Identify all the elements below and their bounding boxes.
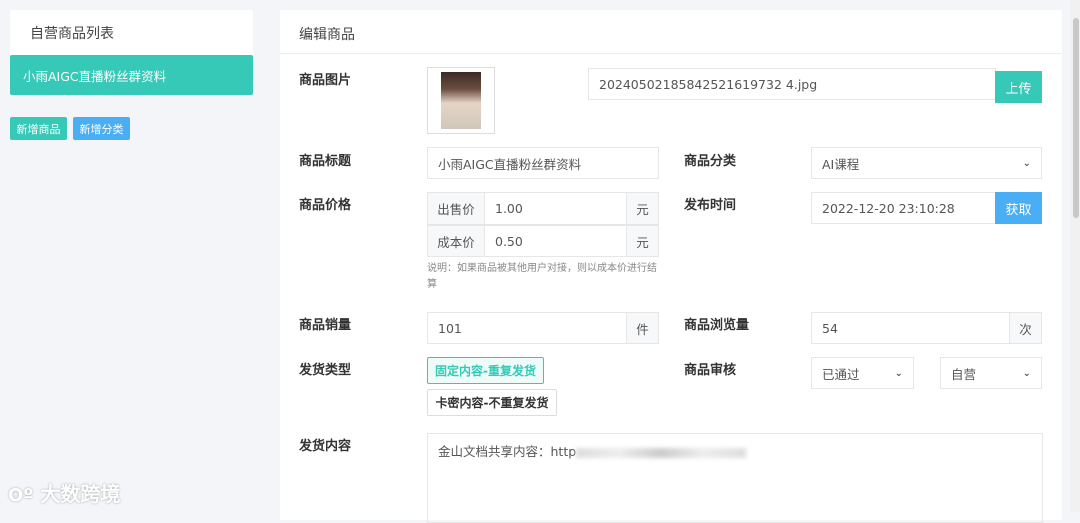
review-status-value: 已通过 [822, 366, 860, 382]
chevron-down-icon: ⌄ [1022, 157, 1031, 169]
category-select[interactable]: AI课程 ⌄ [811, 147, 1042, 179]
views-label: 商品浏览量 [684, 318, 750, 333]
content-text: 金山文档共享内容：http [438, 444, 577, 459]
ship-type-card-button[interactable]: 卡密内容-不重复发货 [427, 389, 557, 416]
views-input[interactable]: 54 [811, 312, 1010, 344]
sidebar-title: 自营商品列表 [30, 26, 114, 42]
sales-unit: 件 [626, 312, 659, 344]
review-type-select[interactable]: 自营 ⌄ [940, 357, 1042, 389]
content-textarea[interactable]: 金山文档共享内容：http [427, 433, 1043, 523]
publish-time-input[interactable]: 2022-12-20 23:10:28 [811, 192, 996, 224]
review-label: 商品审核 [684, 363, 737, 378]
sales-label: 商品销量 [299, 318, 352, 333]
divider [280, 53, 1062, 54]
sale-price-addon: 出售价 [427, 192, 485, 225]
chevron-down-icon: ⌄ [894, 367, 903, 379]
ship-type-label: 发货类型 [299, 363, 352, 378]
cost-price-unit: 元 [626, 225, 659, 257]
sales-input[interactable]: 101 [427, 312, 627, 344]
sale-price-input[interactable]: 1.00 [484, 192, 627, 225]
scrollbar-thumb[interactable] [1073, 18, 1079, 218]
sale-price-unit: 元 [626, 192, 659, 225]
content-label: 发货内容 [299, 439, 352, 454]
views-unit: 次 [1009, 312, 1042, 344]
fetch-time-button[interactable]: 获取 [995, 192, 1042, 224]
product-thumbnail[interactable] [427, 67, 495, 134]
image-filename-input[interactable]: 20240502185842521619732 4.jpg [588, 68, 996, 100]
review-status-select[interactable]: 已通过 ⌄ [811, 357, 914, 389]
add-category-button[interactable]: 新增分类 [73, 117, 130, 140]
upload-button[interactable]: 上传 [995, 71, 1042, 103]
blurred-url [576, 447, 747, 458]
category-value: AI课程 [822, 156, 860, 172]
watermark-logo-icon: ʘº [8, 485, 34, 506]
image-label: 商品图片 [299, 73, 352, 88]
chevron-down-icon: ⌄ [1022, 367, 1031, 379]
sidebar-header: 自营商品列表 [10, 10, 253, 55]
review-type-value: 自营 [951, 366, 977, 382]
cost-price-input[interactable]: 0.50 [484, 225, 627, 257]
watermark: ʘº 大数跨境 [8, 482, 121, 506]
ship-type-fixed-button[interactable]: 固定内容-重复发货 [427, 357, 544, 384]
price-label: 商品价格 [299, 198, 352, 213]
title-label: 商品标题 [299, 154, 352, 169]
category-label: 商品分类 [684, 154, 737, 169]
publish-time-label: 发布时间 [684, 198, 737, 213]
title-input[interactable]: 小雨AIGC直播粉丝群资料 [427, 147, 659, 179]
sidebar-item-label: 小雨AIGC直播粉丝群资料 [23, 69, 167, 84]
price-note: 说明：如果商品被其他用户对接，则以成本价进行结算 [427, 263, 657, 290]
page-title: 编辑商品 [299, 27, 355, 43]
sidebar-item-product[interactable]: 小雨AIGC直播粉丝群资料 [10, 55, 253, 95]
cost-price-addon: 成本价 [427, 225, 485, 257]
add-product-button[interactable]: 新增商品 [10, 117, 67, 140]
